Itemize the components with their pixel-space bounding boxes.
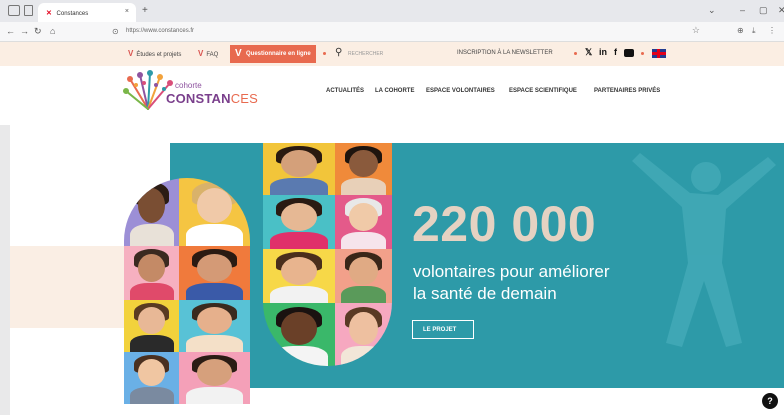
browser-page-icon[interactable] xyxy=(24,5,33,16)
tab-title: Constances xyxy=(56,11,89,17)
logo-subtitle: cohorte xyxy=(175,81,202,90)
browser-tab-constances[interactable]: ✕ Constances × xyxy=(38,3,136,22)
v-logo-icon: V xyxy=(235,48,242,59)
volunteer-photo xyxy=(263,249,335,303)
le-projet-button[interactable]: LE PROJET xyxy=(412,320,474,339)
url-text: https://www.constances.fr xyxy=(126,28,195,34)
volunteers-photo-mosaic-left xyxy=(124,178,250,404)
volunteer-photo xyxy=(124,178,179,246)
search-label[interactable]: RECHERCHER xyxy=(348,51,383,57)
uk-flag-icon[interactable] xyxy=(652,49,666,58)
v-logo-icon: V xyxy=(128,49,134,58)
nav-item-actualites[interactable]: ACTUALITÉS xyxy=(326,88,364,94)
volunteer-photo xyxy=(335,249,392,303)
volunteer-photo xyxy=(263,195,335,249)
volunteer-photo xyxy=(124,352,179,404)
separator-dot xyxy=(641,52,644,55)
questionnaire-label: Questionnaire en ligne xyxy=(246,51,311,57)
volunteers-photo-mosaic-right xyxy=(263,143,392,366)
hero-tagline-line1: volontaires pour améliorer xyxy=(413,262,610,281)
new-tab-icon[interactable]: + xyxy=(142,5,148,16)
window-minimize-icon[interactable]: – xyxy=(740,5,745,15)
tab-close-icon[interactable]: × xyxy=(125,8,129,15)
facebook-icon[interactable]: f xyxy=(614,47,617,57)
hero-tagline-line2: la santé de demain xyxy=(413,284,557,303)
volunteer-photo xyxy=(179,246,250,300)
site-info-icon[interactable]: ⊙ xyxy=(112,27,119,36)
volunteer-photo xyxy=(335,303,392,366)
downloads-icon[interactable]: ⤓ xyxy=(752,26,756,36)
browser-addressbar: ← → ↻ ⌂ ⊙ https://www.constances.fr ☆ ⊕ … xyxy=(0,22,784,42)
help-icon[interactable]: ? xyxy=(762,393,778,409)
search-icon[interactable]: ⚲ xyxy=(335,47,342,58)
url-field[interactable]: ⊙ https://www.constances.fr ☆ xyxy=(110,25,700,39)
site-topbar: V Études et projets V FAQ V Questionnaire … xyxy=(0,42,784,66)
browser-settings-icon[interactable]: ⋮ xyxy=(768,26,776,35)
extensions-icon[interactable]: ⊕ xyxy=(737,26,744,35)
nav-item-la-cohorte[interactable]: LA COHORTE xyxy=(375,88,414,94)
volunteer-photo xyxy=(263,143,335,195)
volunteer-photo xyxy=(335,195,392,249)
constances-favicon-icon: ✕ xyxy=(46,10,52,17)
volunteer-photo xyxy=(335,143,392,195)
nav-item-partenaires-prives[interactable]: PARTENAIRES PRIVÉS xyxy=(594,88,660,94)
volunteer-photo xyxy=(124,246,179,300)
home-icon[interactable]: ⌂ xyxy=(50,26,55,36)
logo-title[interactable]: CONSTANCES xyxy=(166,91,258,106)
separator-dot xyxy=(574,52,577,55)
youtube-icon[interactable] xyxy=(624,49,634,57)
browser-tabbar: ✕ Constances × + ⌄ – ▢ ✕ xyxy=(0,0,784,22)
questionnaire-button[interactable]: V Questionnaire en ligne xyxy=(230,45,316,63)
browser-tab-search-icon[interactable]: ⌄ xyxy=(708,5,716,16)
volunteer-photo xyxy=(263,303,335,366)
back-icon[interactable]: ← xyxy=(6,26,15,36)
v-logo-icon: V xyxy=(198,49,204,58)
site-header: cohorte CONSTANCES ACTUALITÉS LA COHORTE… xyxy=(0,66,784,120)
forward-icon[interactable]: → xyxy=(20,26,29,36)
nav-item-espace-scientifique[interactable]: ESPACE SCIENTIFIQUE xyxy=(509,88,577,94)
reload-icon[interactable]: ↻ xyxy=(34,26,42,37)
volunteer-photo xyxy=(179,178,250,246)
linkedin-icon[interactable]: in xyxy=(599,47,607,57)
page-side-shadow xyxy=(0,125,10,415)
nav-item-espace-volontaires[interactable]: ESPACE VOLONTAIRES xyxy=(426,88,495,94)
window-close-icon[interactable]: ✕ xyxy=(778,5,784,16)
volunteer-photo xyxy=(179,300,250,352)
volunteer-photo xyxy=(179,352,250,404)
volunteer-photo xyxy=(124,300,179,352)
window-maximize-icon[interactable]: ▢ xyxy=(759,5,768,16)
x-icon[interactable]: 𝕏 xyxy=(585,47,592,58)
topbar-link-etudes[interactable]: V Études et projets xyxy=(128,49,181,58)
newsletter-link[interactable]: INSCRIPTION À LA NEWSLETTER xyxy=(457,50,553,56)
separator-dot xyxy=(323,52,326,55)
topbar-link-faq[interactable]: V FAQ xyxy=(198,49,218,58)
hero-volunteer-count: 220 000 xyxy=(412,196,597,252)
browser-menu-icon[interactable] xyxy=(8,5,20,16)
bookmark-star-icon[interactable]: ☆ xyxy=(692,25,700,36)
